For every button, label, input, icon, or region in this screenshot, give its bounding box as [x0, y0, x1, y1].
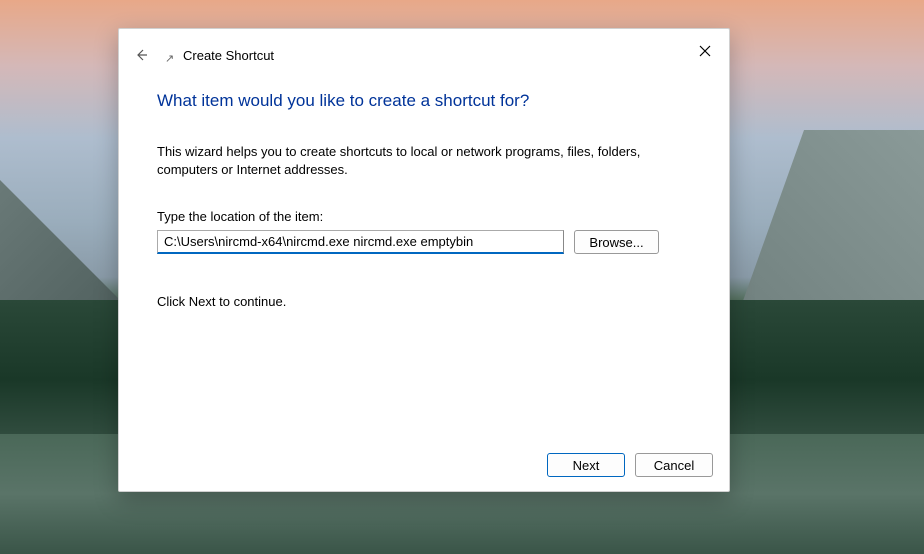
dialog-title: Create Shortcut [183, 48, 274, 63]
dialog-body: What item would you like to create a sho… [119, 63, 729, 441]
dialog-header: ↗ Create Shortcut [119, 29, 729, 63]
input-row: Browse... [157, 230, 691, 254]
dialog-footer: Next Cancel [119, 441, 729, 491]
main-heading: What item would you like to create a sho… [157, 91, 691, 111]
cancel-button[interactable]: Cancel [635, 453, 713, 477]
location-input[interactable] [157, 230, 564, 254]
location-label: Type the location of the item: [157, 209, 691, 224]
browse-button[interactable]: Browse... [574, 230, 659, 254]
back-arrow-icon [134, 48, 148, 62]
next-button[interactable]: Next [547, 453, 625, 477]
close-icon [699, 45, 711, 57]
wizard-description: This wizard helps you to create shortcut… [157, 143, 687, 179]
continue-instruction: Click Next to continue. [157, 294, 691, 309]
create-shortcut-dialog: ↗ Create Shortcut What item would you li… [118, 28, 730, 492]
back-button[interactable] [133, 47, 149, 63]
close-button[interactable] [695, 41, 715, 61]
shortcut-icon: ↗ [165, 52, 171, 58]
